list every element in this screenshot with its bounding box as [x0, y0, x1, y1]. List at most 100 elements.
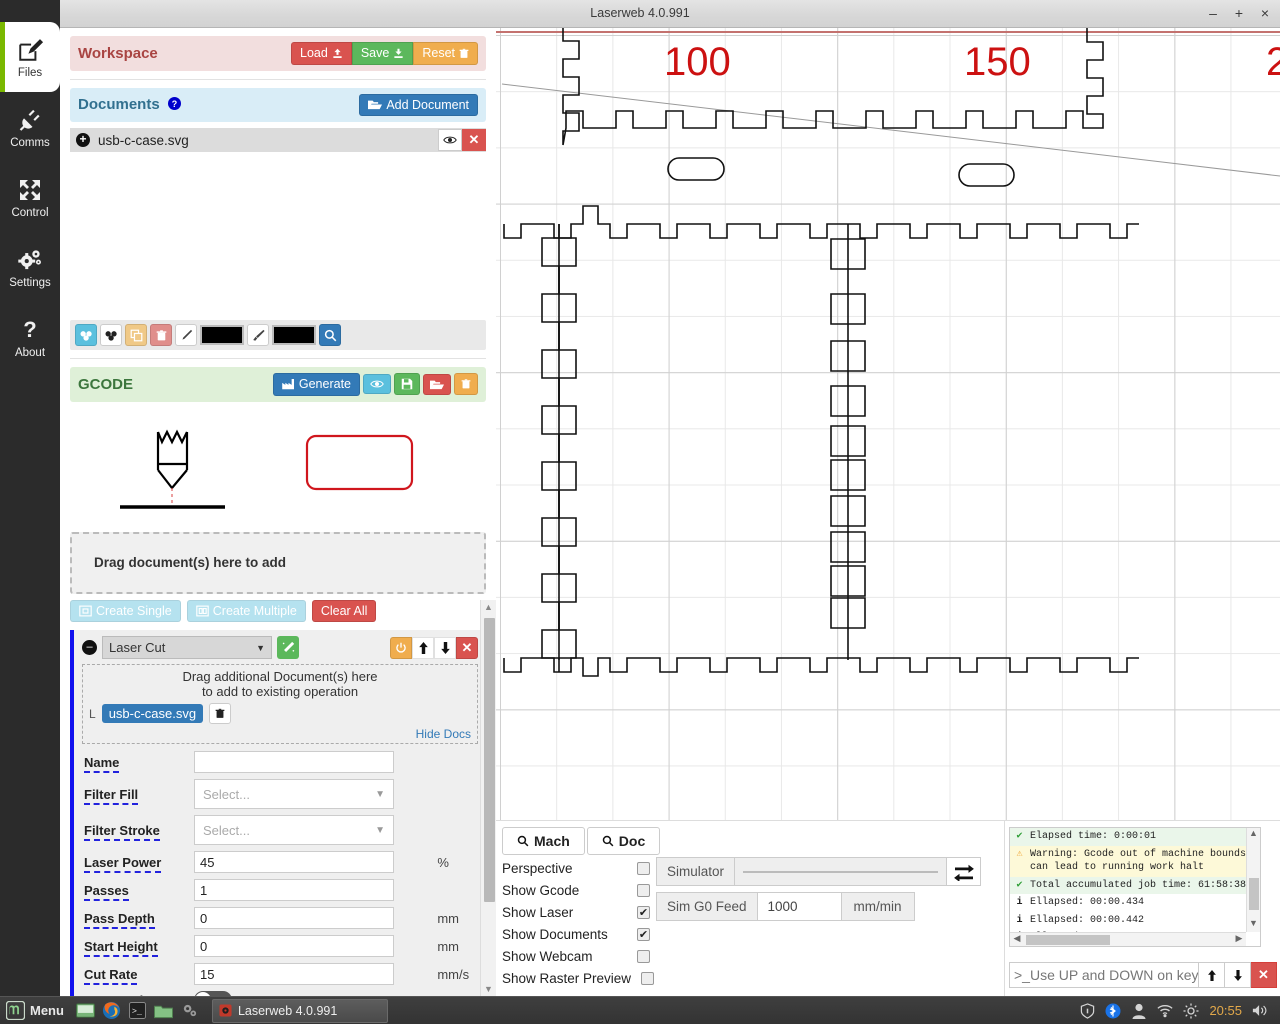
checkbox-show-raster-preview[interactable]: [641, 971, 654, 985]
start-menu-button[interactable]: Menu: [6, 1001, 64, 1020]
wifi-icon[interactable]: [1157, 1003, 1174, 1019]
scroll-up-arrow-icon[interactable]: ▲: [1247, 828, 1260, 842]
start-height-input[interactable]: [194, 935, 394, 957]
checkbox-perspective[interactable]: [637, 861, 650, 875]
cut-rate-input[interactable]: [194, 963, 394, 985]
checkbox-show-documents[interactable]: ✔: [637, 927, 650, 941]
clear-gcode-button[interactable]: [454, 373, 478, 396]
scroll-down-arrow-icon[interactable]: ▼: [481, 982, 496, 996]
clear-console-button[interactable]: ✕: [1251, 962, 1277, 988]
workspace-save-button[interactable]: Save: [351, 42, 414, 65]
pencil-icon[interactable]: [175, 324, 197, 346]
zoom-icon[interactable]: [319, 324, 341, 346]
fill-color-swatch[interactable]: [272, 325, 316, 345]
sidebar-item-comms[interactable]: Comms: [0, 92, 60, 162]
stroke-color-swatch[interactable]: [200, 325, 244, 345]
operation-collapse-icon[interactable]: –: [82, 640, 97, 655]
operation-type-select[interactable]: Laser Cut ▼: [102, 636, 272, 659]
sidebar-item-about[interactable]: ? About: [0, 302, 60, 372]
field-row-pass-depth: Pass Depth mm: [82, 904, 478, 932]
sidebar-item-control[interactable]: Control: [0, 162, 60, 232]
console-log-area[interactable]: ✔ Elapsed time: 0:00:01 ⚠ Warning: Gcode…: [1009, 827, 1261, 947]
close-button[interactable]: ×: [1258, 4, 1272, 22]
scrollbar-thumb[interactable]: [484, 618, 495, 902]
create-single-button[interactable]: Create Single: [70, 599, 181, 622]
expand-document-icon[interactable]: +: [76, 133, 90, 147]
checkbox-show-gcode[interactable]: [637, 883, 650, 897]
settings-launcher-icon[interactable]: [180, 1001, 200, 1021]
tab-mach[interactable]: Mach: [502, 827, 585, 855]
operation-dropzone[interactable]: Drag additional Document(s) here to add …: [82, 664, 478, 744]
scroll-down-arrow-icon[interactable]: ▼: [1247, 918, 1260, 932]
maximize-button[interactable]: +: [1232, 4, 1246, 22]
taskbar-clock[interactable]: 20:55: [1209, 1003, 1242, 1018]
generate-gcode-button[interactable]: Generate: [272, 373, 360, 396]
brightness-icon[interactable]: [1183, 1003, 1199, 1019]
viewport-canvas[interactable]: 100 150 2: [496, 28, 1280, 820]
speaker-icon[interactable]: [1252, 1003, 1268, 1019]
console-vertical-scrollbar[interactable]: ▲ ▼: [1246, 828, 1260, 932]
group-selected-icon[interactable]: [75, 324, 97, 346]
brush-icon[interactable]: [247, 324, 269, 346]
console-horizontal-scrollbar[interactable]: ◀ ▶: [1010, 932, 1246, 946]
hide-docs-link[interactable]: Hide Docs: [89, 727, 471, 741]
load-gcode-button[interactable]: [423, 373, 451, 395]
scroll-left-arrow-icon[interactable]: ◀: [1010, 933, 1024, 944]
scrollbar-thumb[interactable]: [1026, 935, 1110, 945]
question-circle-icon[interactable]: ?: [167, 96, 181, 113]
sim-g0-feed-input[interactable]: 1000: [757, 892, 842, 921]
simulator-direction-button[interactable]: [947, 857, 982, 886]
gcode-dropzone[interactable]: Drag document(s) here to add: [70, 531, 486, 594]
laser-power-input[interactable]: [194, 851, 394, 873]
sidebar-item-files[interactable]: Files: [0, 22, 60, 92]
delete-icon[interactable]: [150, 324, 172, 346]
history-up-button[interactable]: [1199, 962, 1225, 988]
sidebar-item-settings[interactable]: Settings: [0, 232, 60, 302]
clear-all-button[interactable]: Clear All: [311, 599, 377, 622]
operation-autogenerate-button[interactable]: [277, 636, 299, 659]
minimize-button[interactable]: –: [1206, 4, 1220, 22]
console-command-input[interactable]: >_Use UP and DOWN on keyb: [1009, 962, 1199, 988]
filter-stroke-select[interactable]: Select... ▼: [194, 815, 394, 845]
workspace-load-button[interactable]: Load: [291, 42, 352, 65]
delete-operation-button[interactable]: ✕: [456, 636, 478, 659]
operation-document-tag[interactable]: usb-c-case.svg: [101, 704, 204, 723]
scrollbar-thumb[interactable]: [1249, 878, 1259, 910]
left-panel-scrollbar[interactable]: ▲ ▼: [480, 600, 496, 996]
documents-header: Documents ? Add Document: [70, 87, 486, 122]
toggle-enable-button[interactable]: [390, 636, 412, 659]
operation-document-remove-button[interactable]: [209, 703, 232, 724]
move-up-button[interactable]: [412, 636, 434, 659]
create-multiple-button[interactable]: Create Multiple: [186, 599, 306, 622]
shield-icon[interactable]: [1079, 1002, 1095, 1019]
ungroup-icon[interactable]: [100, 324, 122, 346]
user-icon[interactable]: [1131, 1003, 1147, 1019]
filter-fill-select[interactable]: Select... ▼: [194, 779, 394, 809]
preview-gcode-button[interactable]: [363, 374, 391, 395]
workspace-reset-button[interactable]: Reset: [413, 42, 478, 65]
tab-doc[interactable]: Doc: [586, 827, 661, 855]
firefox-launcher-icon[interactable]: [102, 1001, 122, 1021]
console-log-line: ✔ Total accumulated job time: 61:58:38: [1010, 876, 1260, 894]
terminal-launcher-icon[interactable]: [76, 1001, 96, 1021]
simulator-slider[interactable]: [735, 857, 948, 886]
save-gcode-button[interactable]: [394, 373, 420, 396]
bluetooth-icon[interactable]: [1105, 1003, 1121, 1019]
checkbox-show-webcam[interactable]: [637, 949, 650, 963]
name-input[interactable]: [194, 751, 394, 773]
copy-icon[interactable]: [125, 324, 147, 346]
document-list-item[interactable]: + usb-c-case.svg ✕: [70, 128, 486, 152]
document-remove-button[interactable]: ✕: [462, 129, 486, 151]
console-launcher-icon[interactable]: >_: [128, 1001, 148, 1021]
taskbar-window-button[interactable]: Laserweb 4.0.991: [211, 998, 388, 1023]
scroll-right-arrow-icon[interactable]: ▶: [1232, 933, 1246, 944]
move-down-button[interactable]: [434, 636, 456, 659]
files-launcher-icon[interactable]: [154, 1001, 174, 1021]
checkbox-show-laser[interactable]: ✔: [637, 905, 650, 919]
document-visibility-button[interactable]: [438, 129, 462, 151]
history-down-button[interactable]: [1225, 962, 1251, 988]
pass-depth-input[interactable]: [194, 907, 394, 929]
scroll-up-arrow-icon[interactable]: ▲: [481, 600, 496, 614]
passes-input[interactable]: [194, 879, 394, 901]
add-document-button[interactable]: Add Document: [359, 93, 478, 116]
